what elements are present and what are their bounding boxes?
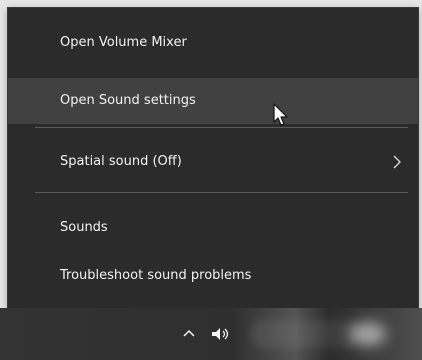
volume-tray-button[interactable] <box>206 320 236 348</box>
chevron-right-icon <box>390 139 404 185</box>
blurred-taskbar-area <box>350 322 386 346</box>
menu-item-open-volume-mixer[interactable]: Open Volume Mixer <box>8 20 418 66</box>
menu-item-open-sound-settings[interactable]: Open Sound settings <box>8 78 418 124</box>
screen: Open Volume Mixer Open Sound settings Sp… <box>0 0 422 360</box>
menu-item-label: Open Sound settings <box>60 93 196 108</box>
chevron-up-icon <box>183 329 195 337</box>
show-hidden-icons-button[interactable] <box>176 321 202 347</box>
menu-item-sounds[interactable]: Sounds <box>8 205 418 251</box>
menu-divider <box>35 192 408 193</box>
menu-item-label: Open Volume Mixer <box>60 35 187 50</box>
sound-context-menu: Open Volume Mixer Open Sound settings Sp… <box>8 8 418 308</box>
menu-item-spatial-sound[interactable]: Spatial sound (Off) <box>8 139 418 185</box>
menu-divider <box>35 127 408 128</box>
taskbar <box>0 308 422 360</box>
blurred-taskbar-area <box>250 320 360 348</box>
speaker-icon <box>212 328 229 340</box>
menu-item-troubleshoot-sound-problems[interactable]: Troubleshoot sound problems <box>8 253 418 299</box>
menu-item-label: Spatial sound (Off) <box>60 154 182 169</box>
menu-item-label: Troubleshoot sound problems <box>60 268 252 283</box>
menu-item-label: Sounds <box>60 220 108 235</box>
